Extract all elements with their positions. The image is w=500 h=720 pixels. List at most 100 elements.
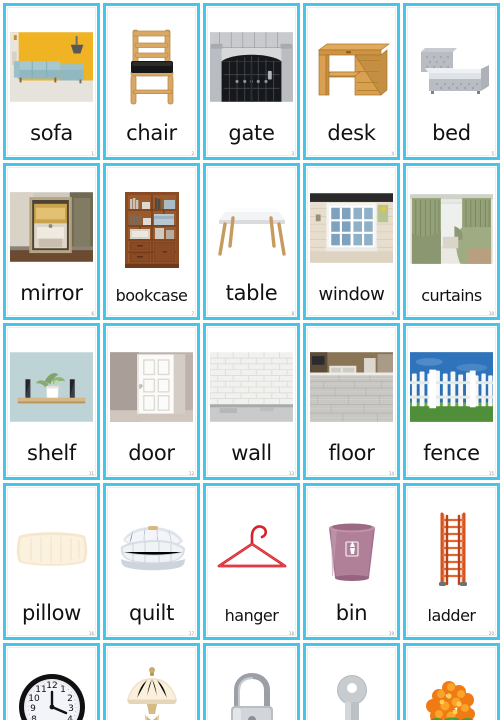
shelf-image (6, 326, 97, 443)
card-number: 12 (188, 471, 194, 476)
card-label: quilt (128, 601, 175, 625)
card-number: 1 (91, 151, 94, 156)
card-number: 16 (88, 631, 94, 636)
flashcard-clock[interactable]: 12 3 6 9 1 2 4 5 7 8 10 11 (3, 643, 100, 720)
card-number: 4 (391, 151, 394, 156)
window-image (306, 166, 397, 286)
card-label: ladder (427, 606, 476, 625)
flashcard-bin[interactable]: bin 19 (303, 483, 400, 640)
flashcard-table[interactable]: table 8 (203, 163, 300, 320)
card-label: table (225, 281, 278, 305)
flashcard-ladder[interactable]: ladder 20 (403, 483, 500, 640)
card-number: 3 (291, 151, 294, 156)
flashcard-wall[interactable]: wall 13 (203, 323, 300, 480)
flashcard-sofa[interactable]: sofa 1 (3, 3, 100, 160)
svg-text:2: 2 (67, 694, 73, 704)
card-number: 14 (388, 471, 394, 476)
card-number: 11 (88, 471, 94, 476)
mirror-image (6, 166, 97, 283)
flashcard-floor[interactable]: floor 14 (303, 323, 400, 480)
flashcard-curtains[interactable]: curtains 10 (403, 163, 500, 320)
gate-image (206, 6, 297, 123)
flashcard-fence[interactable]: fence 15 (403, 323, 500, 480)
svg-text:10: 10 (28, 694, 40, 704)
key-image (306, 646, 397, 720)
desk-image (306, 6, 397, 123)
clock-image: 12 3 6 9 1 2 4 5 7 8 10 11 (6, 646, 97, 720)
bin-image (306, 486, 397, 603)
card-number: 5 (491, 151, 494, 156)
card-number: 10 (488, 311, 494, 316)
svg-text:9: 9 (30, 704, 36, 714)
lamp-image (106, 646, 197, 720)
card-label: bookcase (115, 286, 188, 305)
card-number: 18 (288, 631, 294, 636)
bed-image (406, 6, 497, 123)
flashcard-quilt[interactable]: quilt 17 (103, 483, 200, 640)
card-label: wall (231, 441, 272, 465)
flashcard-mirror[interactable]: mirror 6 (3, 163, 100, 320)
card-number: 6 (91, 311, 94, 316)
card-label: bed (432, 121, 471, 145)
flashcard-desk[interactable]: desk 4 (303, 3, 400, 160)
card-label: chair (126, 121, 177, 145)
card-label: bin (335, 601, 368, 625)
hanger-image (206, 486, 297, 608)
flashcard-key[interactable]: key 24 (303, 643, 400, 720)
ladder-image (406, 486, 497, 608)
flashcard-grid: sofa 1 chair 2 gate 3 desk 4 bed 5 mirro… (3, 3, 500, 720)
flowers-image (406, 646, 497, 720)
flashcard-bookcase[interactable]: bookcase 7 (103, 163, 200, 320)
card-number: 13 (288, 471, 294, 476)
svg-text:3: 3 (68, 704, 74, 714)
card-number: 19 (388, 631, 394, 636)
quilt-image (106, 486, 197, 603)
flashcard-door[interactable]: door 12 (103, 323, 200, 480)
card-number: 8 (291, 311, 294, 316)
card-number: 17 (188, 631, 194, 636)
flashcard-flowers[interactable]: flowers 25 (403, 643, 500, 720)
floor-image (306, 326, 397, 443)
card-label: gate (228, 121, 275, 145)
card-label: pillow (21, 601, 82, 625)
svg-text:8: 8 (31, 715, 37, 720)
card-number: 7 (191, 311, 194, 316)
flashcard-pillow[interactable]: pillow 16 (3, 483, 100, 640)
flashcard-window[interactable]: window 9 (303, 163, 400, 320)
svg-text:1: 1 (60, 685, 66, 695)
card-label: mirror (20, 281, 83, 305)
card-label: window (318, 284, 385, 305)
curtains-image (406, 166, 497, 288)
card-label: fence (423, 441, 480, 465)
card-number: 20 (488, 631, 494, 636)
card-label: shelf (27, 441, 76, 465)
wall-image (206, 326, 297, 443)
fence-image (406, 326, 497, 443)
card-label: desk (327, 121, 376, 145)
flashcard-gate[interactable]: gate 3 (203, 3, 300, 160)
table-image (206, 166, 297, 283)
svg-text:12: 12 (46, 681, 57, 691)
flashcard-hanger[interactable]: hanger 18 (203, 483, 300, 640)
door-image (106, 326, 197, 443)
chair-image (106, 6, 197, 123)
card-number: 2 (191, 151, 194, 156)
flashcard-sheet: sofa 1 chair 2 gate 3 desk 4 bed 5 mirro… (0, 0, 500, 720)
flashcard-bed[interactable]: bed 5 (403, 3, 500, 160)
card-number: 15 (488, 471, 494, 476)
pillow-image (6, 486, 97, 603)
card-label: floor (328, 441, 375, 465)
flashcard-lock[interactable]: lock 23 (203, 643, 300, 720)
bookcase-image (106, 166, 197, 288)
svg-text:11: 11 (35, 685, 46, 695)
card-label: sofa (30, 121, 73, 145)
card-label: door (128, 441, 175, 465)
lock-image (206, 646, 297, 720)
card-label: curtains (421, 286, 482, 305)
card-label: hanger (224, 606, 279, 625)
card-number: 9 (391, 311, 394, 316)
flashcard-lamp[interactable]: lamp 22 (103, 643, 200, 720)
flashcard-shelf[interactable]: shelf 11 (3, 323, 100, 480)
sofa-image (6, 6, 97, 123)
flashcard-chair[interactable]: chair 2 (103, 3, 200, 160)
